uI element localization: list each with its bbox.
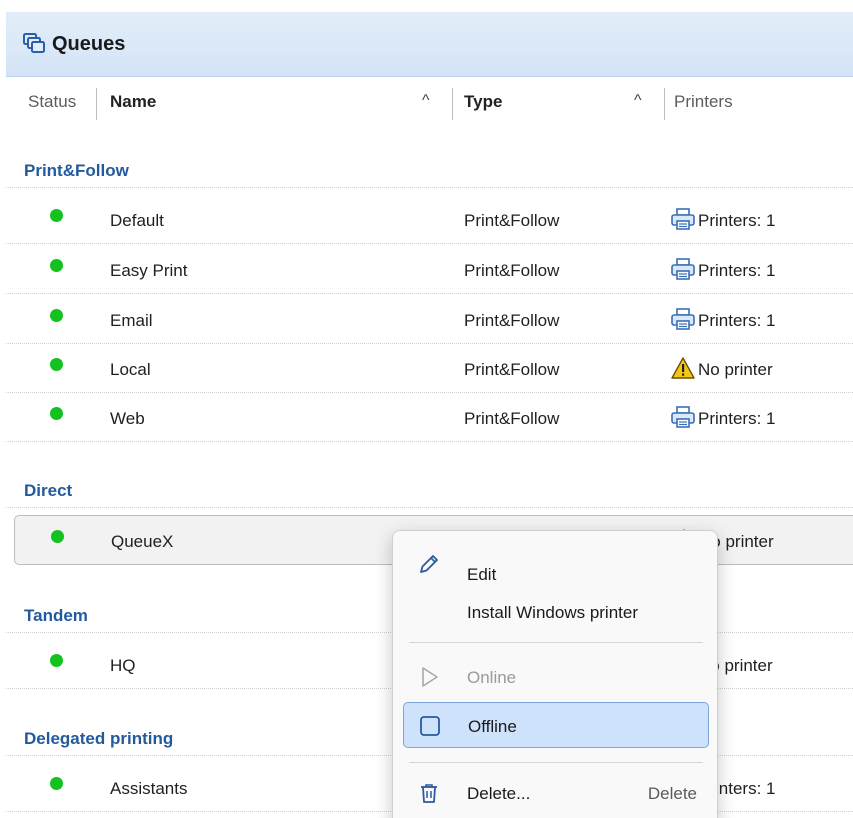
queue-name: QueueX	[111, 532, 174, 551]
status-online-icon	[51, 530, 64, 543]
menu-item-delete[interactable]: Delete... Delete	[403, 770, 709, 816]
printers-cell[interactable]: Printers: 1	[670, 257, 775, 281]
printer-icon	[671, 208, 695, 230]
column-status[interactable]: Status	[28, 92, 76, 112]
status-online-icon	[50, 407, 63, 420]
group-header-printfollow: Print&Follow	[6, 148, 853, 188]
column-name[interactable]: Name	[110, 92, 156, 112]
table-row[interactable]: Default Print&Follow Printers: 1	[6, 195, 853, 244]
queue-type: Print&Follow	[464, 360, 560, 379]
printers-count: Printers: 1	[698, 260, 776, 280]
column-divider[interactable]	[96, 88, 97, 120]
status-online-icon	[50, 654, 63, 667]
queue-type: Print&Follow	[464, 409, 560, 428]
printer-icon	[671, 258, 695, 280]
warning-icon	[671, 357, 695, 379]
queue-type: Print&Follow	[464, 261, 560, 280]
printer-icon	[671, 406, 695, 428]
printers-count: No printer	[698, 359, 773, 379]
menu-label: Delete...	[467, 784, 531, 803]
menu-label: Install Windows printer	[467, 603, 639, 622]
queue-name: Web	[110, 409, 145, 428]
queue-name: Email	[110, 311, 153, 330]
status-online-icon	[50, 358, 63, 371]
menu-divider	[409, 642, 703, 643]
printer-icon	[671, 308, 695, 330]
menu-label: Edit	[467, 565, 497, 584]
menu-label: Online	[467, 668, 517, 687]
sort-type-icon[interactable]: ^	[634, 92, 642, 110]
pencil-icon	[417, 552, 441, 576]
menu-item-edit[interactable]: Edit	[403, 541, 709, 587]
printers-cell[interactable]: No printer	[670, 356, 773, 380]
group-header-direct: Direct	[6, 468, 853, 508]
sort-name-icon[interactable]: ^	[422, 92, 430, 110]
trash-icon	[417, 781, 441, 805]
table-row[interactable]: Easy Print Print&Follow Printers: 1	[6, 245, 853, 294]
column-header-row: Status Name ^ Type ^ Printers	[6, 78, 853, 130]
status-online-icon	[50, 209, 63, 222]
printers-count: Printers: 1	[698, 310, 776, 330]
status-online-icon	[50, 309, 63, 322]
printers-cell[interactable]: Printers: 1	[670, 307, 775, 331]
menu-item-offline[interactable]: Offline	[403, 702, 709, 748]
queue-name: Default	[110, 211, 164, 230]
queue-type: Print&Follow	[464, 211, 560, 230]
menu-item-install-windows-printer[interactable]: Install Windows printer	[403, 591, 709, 637]
printers-cell[interactable]: Printers: 1	[670, 207, 775, 231]
status-online-icon	[50, 259, 63, 272]
stop-icon	[418, 714, 442, 738]
column-printers[interactable]: Printers	[674, 92, 733, 112]
context-menu: Edit Install Windows printer Online Offl…	[392, 530, 718, 818]
menu-shortcut: Delete	[647, 784, 697, 803]
page-title: Queues	[52, 32, 126, 55]
queue-type: Print&Follow	[464, 311, 560, 330]
table-row[interactable]: Web Print&Follow Printers: 1	[6, 393, 853, 442]
queue-name: Assistants	[110, 779, 188, 798]
column-type[interactable]: Type	[464, 92, 502, 112]
printers-cell[interactable]: Printers: 1	[670, 405, 775, 429]
queue-name: Local	[110, 360, 151, 379]
queues-header: Queues	[6, 12, 853, 77]
menu-item-online[interactable]: Online	[403, 654, 709, 700]
menu-divider	[409, 762, 703, 763]
queue-name: Easy Print	[110, 261, 188, 280]
queues-icon	[22, 32, 46, 56]
column-divider[interactable]	[664, 88, 665, 120]
table-row[interactable]: Local Print&Follow No printer	[6, 344, 853, 393]
printers-count: Printers: 1	[698, 210, 776, 230]
table-row[interactable]: Email Print&Follow Printers: 1	[6, 295, 853, 344]
menu-label: Offline	[468, 717, 517, 736]
column-divider[interactable]	[452, 88, 453, 120]
play-icon	[417, 665, 441, 689]
printers-count: Printers: 1	[698, 408, 776, 428]
queue-name: HQ	[110, 656, 136, 675]
status-online-icon	[50, 777, 63, 790]
